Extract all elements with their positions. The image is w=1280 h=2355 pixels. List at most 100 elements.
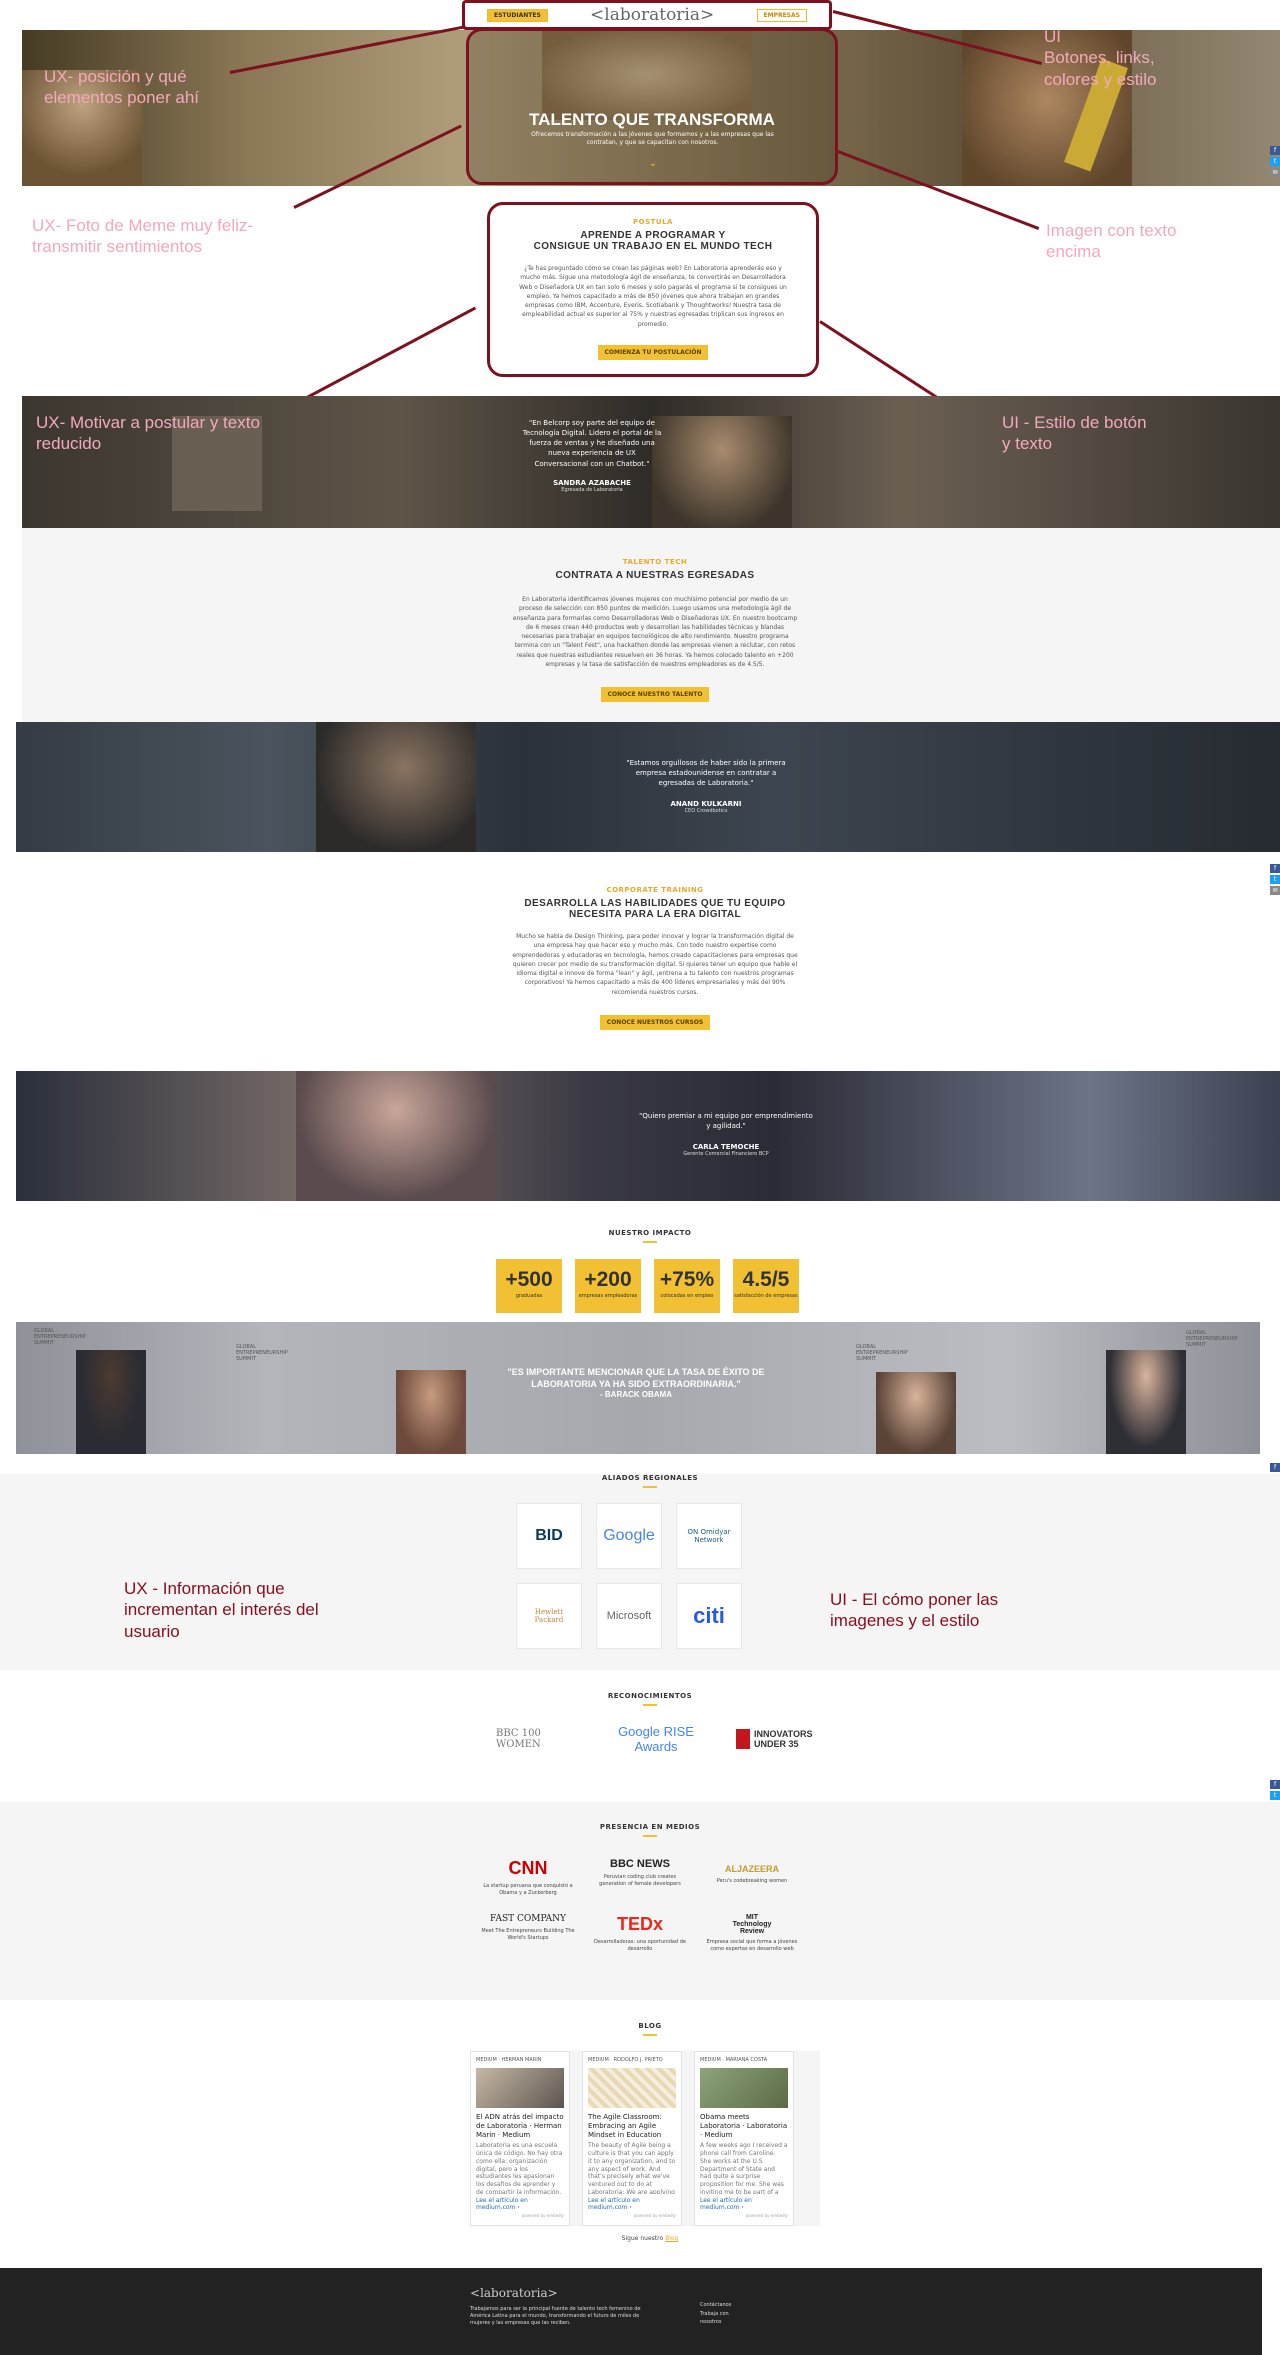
impact-stats: +500 graduadas +200 empresas empleadoras +… — [496, 1259, 802, 1313]
twitter-icon[interactable]: t — [1270, 157, 1280, 166]
blog-title: BLOG — [638, 2022, 662, 2030]
speaker-photo — [876, 1372, 956, 1454]
blog-author: HERMAN MARIN — [501, 2057, 542, 2063]
media-item[interactable]: BBC NEWS Peruvian coding club creates gen… — [592, 1858, 688, 1896]
media-item[interactable]: ALJAZEERA Peru's codebreaking women — [704, 1858, 800, 1896]
facebook-icon[interactable]: f — [1270, 1780, 1280, 1789]
apply-section: POSTULA APRENDE A PROGRAMAR Y CONSIGUE U… — [487, 218, 819, 361]
omidyar-logo[interactable]: ON Omidyar Network — [676, 1503, 742, 1569]
logo-text: ON Omidyar Network — [687, 1528, 731, 1544]
work-with-us-link-cont[interactable]: nosotros — [700, 2318, 731, 2327]
testimonial-name: SANDRA AZABACHE — [553, 478, 631, 487]
logo-text: BID — [535, 1527, 563, 1544]
work-with-us-link[interactable]: Trabaja con — [700, 2310, 731, 2319]
bid-logo[interactable]: BID — [516, 1503, 582, 1569]
blog-post-title: El ADN atrás del impacto de Laboratoria … — [476, 2113, 564, 2139]
obama-quote-block: "ES IMPORTANTE MENCIONAR QUE LA TASA DE … — [506, 1367, 766, 1399]
medium-logo: MEDIUM — [588, 2057, 609, 2063]
hero-title: TALENTO QUE TRANSFORMA — [529, 110, 775, 129]
twitter-icon[interactable]: t — [1270, 1791, 1280, 1800]
media-description: La startup peruana que conquistó a Obama… — [483, 1883, 573, 1896]
blog-thumbnail — [700, 2068, 788, 2108]
read-article-link[interactable]: Lee el artículo en medium.com › — [588, 2197, 676, 2211]
companies-button[interactable]: EMPRESAS — [756, 8, 807, 22]
title-underline — [643, 1704, 657, 1706]
annotation-text: UX- Foto de Meme muy feliz- transmitir s… — [32, 216, 254, 257]
stat-value: +500 — [505, 1268, 553, 1291]
blog-header: BLOG — [540, 2022, 760, 2036]
chevron-down-icon[interactable]: ⌄ — [645, 158, 661, 169]
blog-card[interactable]: MEDIUM · MARIANA COSTA Obama meets Labor… — [694, 2051, 794, 2226]
media-item[interactable]: TEDx Desarrolladoras: una oportunidad de … — [592, 1914, 688, 1952]
cnn-logo: CNN — [508, 1858, 548, 1878]
email-icon[interactable]: ✉ — [1270, 886, 1280, 895]
bbc-100-women-logo[interactable]: BBC 100 WOMEN — [496, 1728, 576, 1750]
media-description: Peru's codebreaking women — [716, 1878, 788, 1884]
stat-label: satisfacción de empresas — [734, 1293, 798, 1299]
apply-button[interactable]: COMIENZA TU POSTULACIÓN — [597, 345, 709, 361]
innovators-under-35-logo[interactable]: INNOVATORS UNDER 35 — [736, 1729, 816, 1749]
blog-card[interactable]: MEDIUM · HERMAN MARIN El ADN atrás del i… — [470, 2051, 570, 2226]
training-title-line2: NECESITA PARA LA ERA DIGITAL — [569, 909, 741, 920]
blog-thumbnail — [588, 2068, 676, 2108]
social-share-bar: f t ✉ — [1270, 146, 1280, 179]
facebook-icon[interactable]: f — [1270, 146, 1280, 155]
annotation-text: UX- Motivar a postular y texto reducido — [36, 413, 260, 454]
media-grid: CNN La startup peruana que conquistó a Ob… — [480, 1858, 800, 1952]
blog-excerpt: The beauty of Agile being a culture is t… — [588, 2142, 676, 2195]
courses-button[interactable]: CONOCE NUESTROS CURSOS — [599, 1015, 711, 1031]
microsoft-logo[interactable]: Microsoft — [596, 1583, 662, 1649]
blog-post-title: Obama meets Laboratoria · Laboratoria · … — [700, 2113, 788, 2139]
citi-logo[interactable]: citi — [676, 1583, 742, 1649]
hewlett-logo[interactable]: Hewlett Packard — [516, 1583, 582, 1649]
blog-link[interactable]: Blog — [665, 2235, 678, 2242]
footer-logo[interactable]: <laboratoria> — [470, 2286, 558, 2300]
aljazeera-logo: ALJAZEERA — [724, 1864, 779, 1874]
facebook-icon[interactable]: f — [1270, 864, 1280, 873]
medium-logo: MEDIUM — [476, 2057, 497, 2063]
logo[interactable]: <laboratoria> — [590, 5, 714, 25]
embed-credit: powered by embedly — [745, 2213, 788, 2219]
annotation-text: UX - Información que incrementan el inte… — [124, 1579, 319, 1641]
embed-credit: powered by embedly — [633, 2213, 676, 2219]
twitter-icon[interactable]: t — [1270, 875, 1280, 884]
read-article-link[interactable]: Lee el artículo en medium.com › — [476, 2197, 564, 2211]
contact-link[interactable]: Contáctanos — [700, 2301, 731, 2310]
facebook-icon[interactable]: f — [1270, 1463, 1280, 1472]
blog-post-title: The Agile Classroom: Embracing an Agile … — [588, 2113, 662, 2139]
footer-description: Trabajamos para ser la principal fuente … — [470, 2306, 641, 2326]
summit-banner-text: GLOBAL ENTREPRENEURSHIP SUMMIT — [1186, 1330, 1238, 1348]
impact-header: NUESTRO IMPACTO — [540, 1229, 760, 1243]
google-rise-logo[interactable]: Google RISE Awards — [611, 1724, 701, 1754]
stat-value: +200 — [584, 1268, 632, 1291]
recognitions-logos: BBC 100 WOMEN Google RISE Awards INNOVAT… — [496, 1724, 816, 1754]
mit-technology-review-logo: MIT Technology Review — [732, 1914, 772, 1935]
testimonial-name: CARLA TEMOCHE — [692, 1143, 760, 1152]
talent-button[interactable]: CONOCE NUESTRO TALENTO — [600, 687, 710, 703]
training-section: CORPORATE TRAINING DESARROLLA LAS HABILI… — [510, 886, 800, 1031]
google-logo[interactable]: Google — [596, 1503, 662, 1569]
allies-grid: BID Google ON Omidyar Network Hewlett Pa… — [516, 1503, 746, 1649]
stat-card: 4.5/5 satisfacción de empresas — [733, 1259, 799, 1313]
stat-card: +75% colocadas en empleo — [654, 1259, 720, 1313]
media-item[interactable]: CNN La startup peruana que conquistó a Ob… — [480, 1858, 576, 1896]
testimonial-band: "Estamos orgullosos de haber sido la pri… — [16, 722, 1280, 852]
email-icon[interactable]: ✉ — [1270, 168, 1280, 177]
testimonial-role: Gerente Comercial Financiero BCP — [683, 1151, 769, 1158]
students-button[interactable]: ESTUDIANTES — [487, 8, 548, 22]
footer-links: Contáctanos Trabaja con nosotros — [700, 2301, 731, 2327]
annotation-text: UX- posición y qué elementos poner ahí — [44, 67, 199, 108]
title-underline — [643, 2034, 657, 2036]
testimonial-name: ANAND KULKARNI — [670, 800, 742, 809]
social-share-bar: f t ✉ — [1270, 864, 1280, 897]
testimonial-quote: "Quiero premiar a mi equipo por emprendi… — [639, 1112, 813, 1131]
media-item[interactable]: MIT Technology Review Empresa social que … — [704, 1914, 800, 1952]
background-figure — [296, 1071, 496, 1201]
logo-text: citi — [693, 1603, 725, 1628]
media-item[interactable]: FAST COMPANY Meet The Entrepreneurs Build… — [480, 1914, 576, 1952]
testimonial-band: "Quiero premiar a mi equipo por emprendi… — [16, 1071, 1280, 1201]
blog-card[interactable]: MEDIUM · RODOLFO J. PRIETO The Agile Cla… — [582, 2051, 682, 2226]
stat-label: colocadas en empleo — [660, 1293, 714, 1299]
read-article-link[interactable]: Lee el artículo en medium.com › — [700, 2197, 788, 2211]
media-description: Peruvian coding club creates generation … — [599, 1874, 681, 1887]
